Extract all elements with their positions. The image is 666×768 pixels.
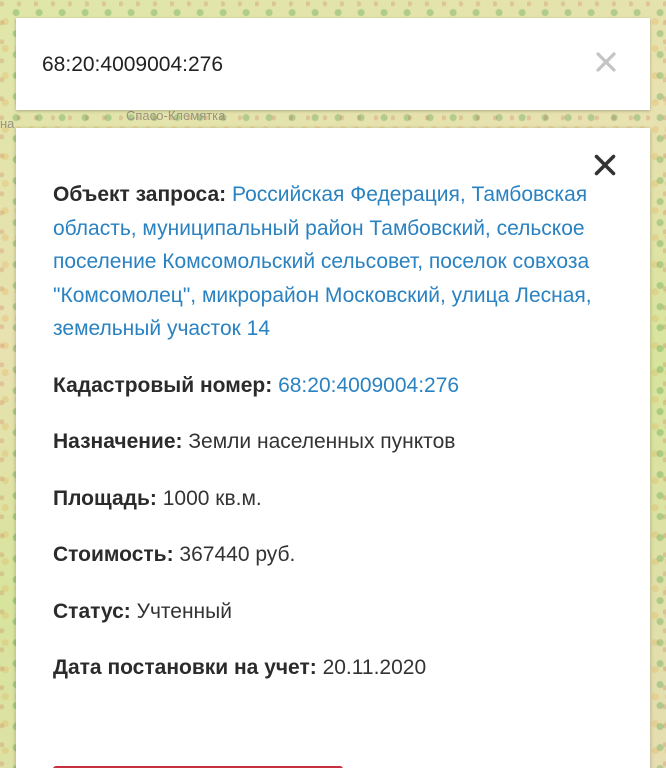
cadastral-info-card: Объект запроса: Российская Федерация, Та…	[16, 128, 650, 768]
clear-search-button[interactable]	[590, 46, 622, 78]
field-status: Статус: Учтенный	[53, 595, 613, 629]
field-cadastral-number: Кадастровый номер: 68:20:4009004:276	[53, 369, 613, 403]
field-label: Площадь:	[53, 486, 163, 510]
status-value: Учтенный	[136, 599, 232, 623]
map-place-label: Спасо-Клемятка	[126, 108, 226, 123]
field-label: Объект запроса:	[53, 183, 232, 206]
field-request-object: Объект запроса: Российская Федерация, Та…	[53, 178, 613, 346]
field-purpose: Назначение: Земли населенных пунктов	[53, 425, 613, 459]
close-icon	[596, 52, 616, 72]
area-value: 1000 кв.м.	[162, 486, 262, 510]
cadastral-number-link[interactable]: 68:20:4009004:276	[278, 374, 459, 397]
field-label: Кадастровый номер:	[53, 373, 279, 397]
field-label: Дата постановки на учет:	[53, 656, 323, 679]
field-registration-date: Дата постановки на учет: 20.11.2020	[53, 651, 613, 685]
registration-date-value: 20.11.2020	[322, 656, 427, 679]
card-body: Объект запроса: Российская Федерация, Та…	[53, 178, 613, 708]
field-label: Статус:	[53, 599, 137, 623]
close-card-button[interactable]	[590, 150, 620, 180]
map-place-label: на	[0, 116, 15, 131]
request-object-address-link[interactable]: Российская Федерация, Тамбовская область…	[53, 183, 592, 340]
cost-value: 367440 руб.	[179, 543, 296, 566]
purpose-value: Земли населенных пунктов	[188, 430, 456, 453]
close-icon	[594, 154, 616, 176]
field-label: Назначение:	[53, 430, 189, 453]
search-panel	[16, 18, 650, 110]
field-cost: Стоимость: 367440 руб.	[53, 538, 613, 572]
field-area: Площадь: 1000 кв.м.	[53, 482, 613, 516]
field-label: Стоимость:	[53, 543, 180, 566]
cadastral-search-input[interactable]	[42, 48, 562, 82]
